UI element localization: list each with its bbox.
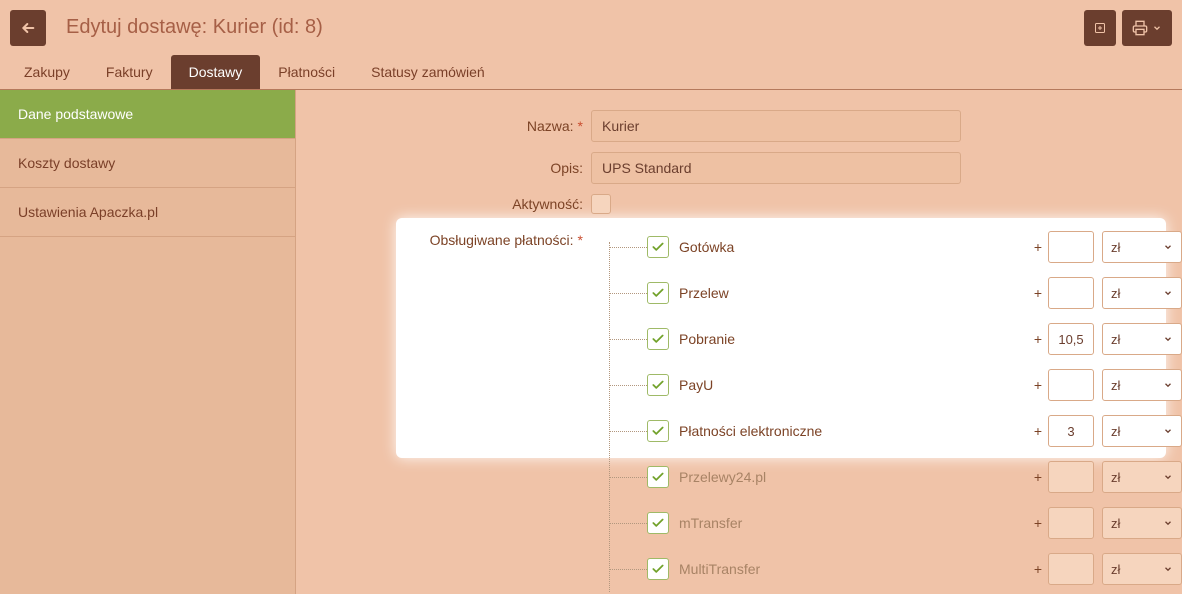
chevron-down-icon xyxy=(1163,380,1173,390)
plus-sign: + xyxy=(1034,423,1042,439)
payment-name: Płatności elektroniczne xyxy=(679,423,822,439)
sidebar-item-apaczka[interactable]: Ustawienia Apaczka.pl xyxy=(0,188,295,237)
currency-select[interactable]: zł xyxy=(1102,461,1182,493)
currency-select[interactable]: zł xyxy=(1102,323,1182,355)
payment-row: Pobranie + zł xyxy=(647,316,1182,362)
sidebar-item-basic[interactable]: Dane podstawowe xyxy=(0,90,295,139)
payment-amount-input[interactable] xyxy=(1048,415,1094,447)
payment-name: Przelew xyxy=(679,285,729,301)
plus-sign: + xyxy=(1034,285,1042,301)
desc-input[interactable] xyxy=(591,152,961,184)
currency-select[interactable]: zł xyxy=(1102,231,1182,263)
payment-checkbox[interactable] xyxy=(647,420,669,442)
payment-row: Przelewy24.pl + zł xyxy=(647,454,1182,500)
payment-checkbox[interactable] xyxy=(647,512,669,534)
active-label: Aktywność: xyxy=(296,196,591,212)
payment-name: mTransfer xyxy=(679,515,742,531)
printer-icon xyxy=(1132,20,1148,36)
sidebar-item-costs[interactable]: Koszty dostawy xyxy=(0,139,295,188)
payment-name: MultiTransfer xyxy=(679,561,760,577)
plus-sign: + xyxy=(1034,515,1042,531)
arrow-left-icon xyxy=(20,20,36,36)
plus-sign: + xyxy=(1034,561,1042,577)
chevron-down-icon xyxy=(1152,23,1162,33)
check-icon xyxy=(651,378,665,392)
currency-select[interactable]: zł xyxy=(1102,277,1182,309)
payment-name: Pobranie xyxy=(679,331,735,347)
payment-row: PayU + zł xyxy=(647,362,1182,408)
payment-amount-input[interactable] xyxy=(1048,277,1094,309)
chevron-down-icon xyxy=(1163,426,1173,436)
tab-dostawy[interactable]: Dostawy xyxy=(171,55,261,89)
plus-sign: + xyxy=(1034,331,1042,347)
desc-label: Opis: xyxy=(296,160,591,176)
payments-label: Obsługiwane płatności:* xyxy=(296,224,591,592)
tab-faktury[interactable]: Faktury xyxy=(88,55,171,89)
chevron-down-icon xyxy=(1163,288,1173,298)
tab-zakupy[interactable]: Zakupy xyxy=(6,55,88,89)
currency-select[interactable]: zł xyxy=(1102,369,1182,401)
chevron-down-icon xyxy=(1163,564,1173,574)
payment-row: MultiTransfer + zł xyxy=(647,546,1182,592)
plus-sign: + xyxy=(1034,469,1042,485)
payment-amount-input[interactable] xyxy=(1048,461,1094,493)
tab-statusy[interactable]: Statusy zamówień xyxy=(353,55,503,89)
payment-checkbox[interactable] xyxy=(647,282,669,304)
name-label: Nazwa:* xyxy=(296,118,591,134)
name-input[interactable] xyxy=(591,110,961,142)
payment-checkbox[interactable] xyxy=(647,466,669,488)
chevron-down-icon xyxy=(1163,472,1173,482)
payment-amount-input[interactable] xyxy=(1048,323,1094,355)
tabs: Zakupy Faktury Dostawy Płatności Statusy… xyxy=(0,55,1182,90)
tab-platnosci[interactable]: Płatności xyxy=(260,55,353,89)
check-icon xyxy=(651,240,665,254)
check-icon xyxy=(651,562,665,576)
payment-checkbox[interactable] xyxy=(647,374,669,396)
plus-box-icon xyxy=(1094,20,1106,36)
back-button[interactable] xyxy=(10,10,46,46)
payment-checkbox[interactable] xyxy=(647,236,669,258)
payment-row: Gotówka + zł xyxy=(647,224,1182,270)
plus-sign: + xyxy=(1034,377,1042,393)
check-icon xyxy=(651,286,665,300)
chevron-down-icon xyxy=(1163,242,1173,252)
chevron-down-icon xyxy=(1163,334,1173,344)
payment-amount-input[interactable] xyxy=(1048,231,1094,263)
payment-name: Przelewy24.pl xyxy=(679,469,766,485)
currency-select[interactable]: zł xyxy=(1102,553,1182,585)
sidebar: Dane podstawowe Koszty dostawy Ustawieni… xyxy=(0,90,296,594)
payment-amount-input[interactable] xyxy=(1048,553,1094,585)
check-icon xyxy=(651,516,665,530)
payment-amount-input[interactable] xyxy=(1048,369,1094,401)
payment-amount-input[interactable] xyxy=(1048,507,1094,539)
payment-row: mTransfer + zł xyxy=(647,500,1182,546)
check-icon xyxy=(651,424,665,438)
active-checkbox[interactable] xyxy=(591,194,611,214)
header-add-button[interactable] xyxy=(1084,10,1116,46)
payment-row: Płatności elektroniczne + zł xyxy=(647,408,1182,454)
currency-select[interactable]: zł xyxy=(1102,415,1182,447)
payment-checkbox[interactable] xyxy=(647,558,669,580)
check-icon xyxy=(651,332,665,346)
page-title: Edytuj dostawę: Kurier (id: 8) xyxy=(66,16,323,39)
plus-sign: + xyxy=(1034,239,1042,255)
payment-row: Przelew + zł xyxy=(647,270,1182,316)
currency-select[interactable]: zł xyxy=(1102,507,1182,539)
payment-checkbox[interactable] xyxy=(647,328,669,350)
payment-name: PayU xyxy=(679,377,713,393)
payment-name: Gotówka xyxy=(679,239,734,255)
chevron-down-icon xyxy=(1163,518,1173,528)
check-icon xyxy=(651,470,665,484)
header-print-button[interactable] xyxy=(1122,10,1172,46)
